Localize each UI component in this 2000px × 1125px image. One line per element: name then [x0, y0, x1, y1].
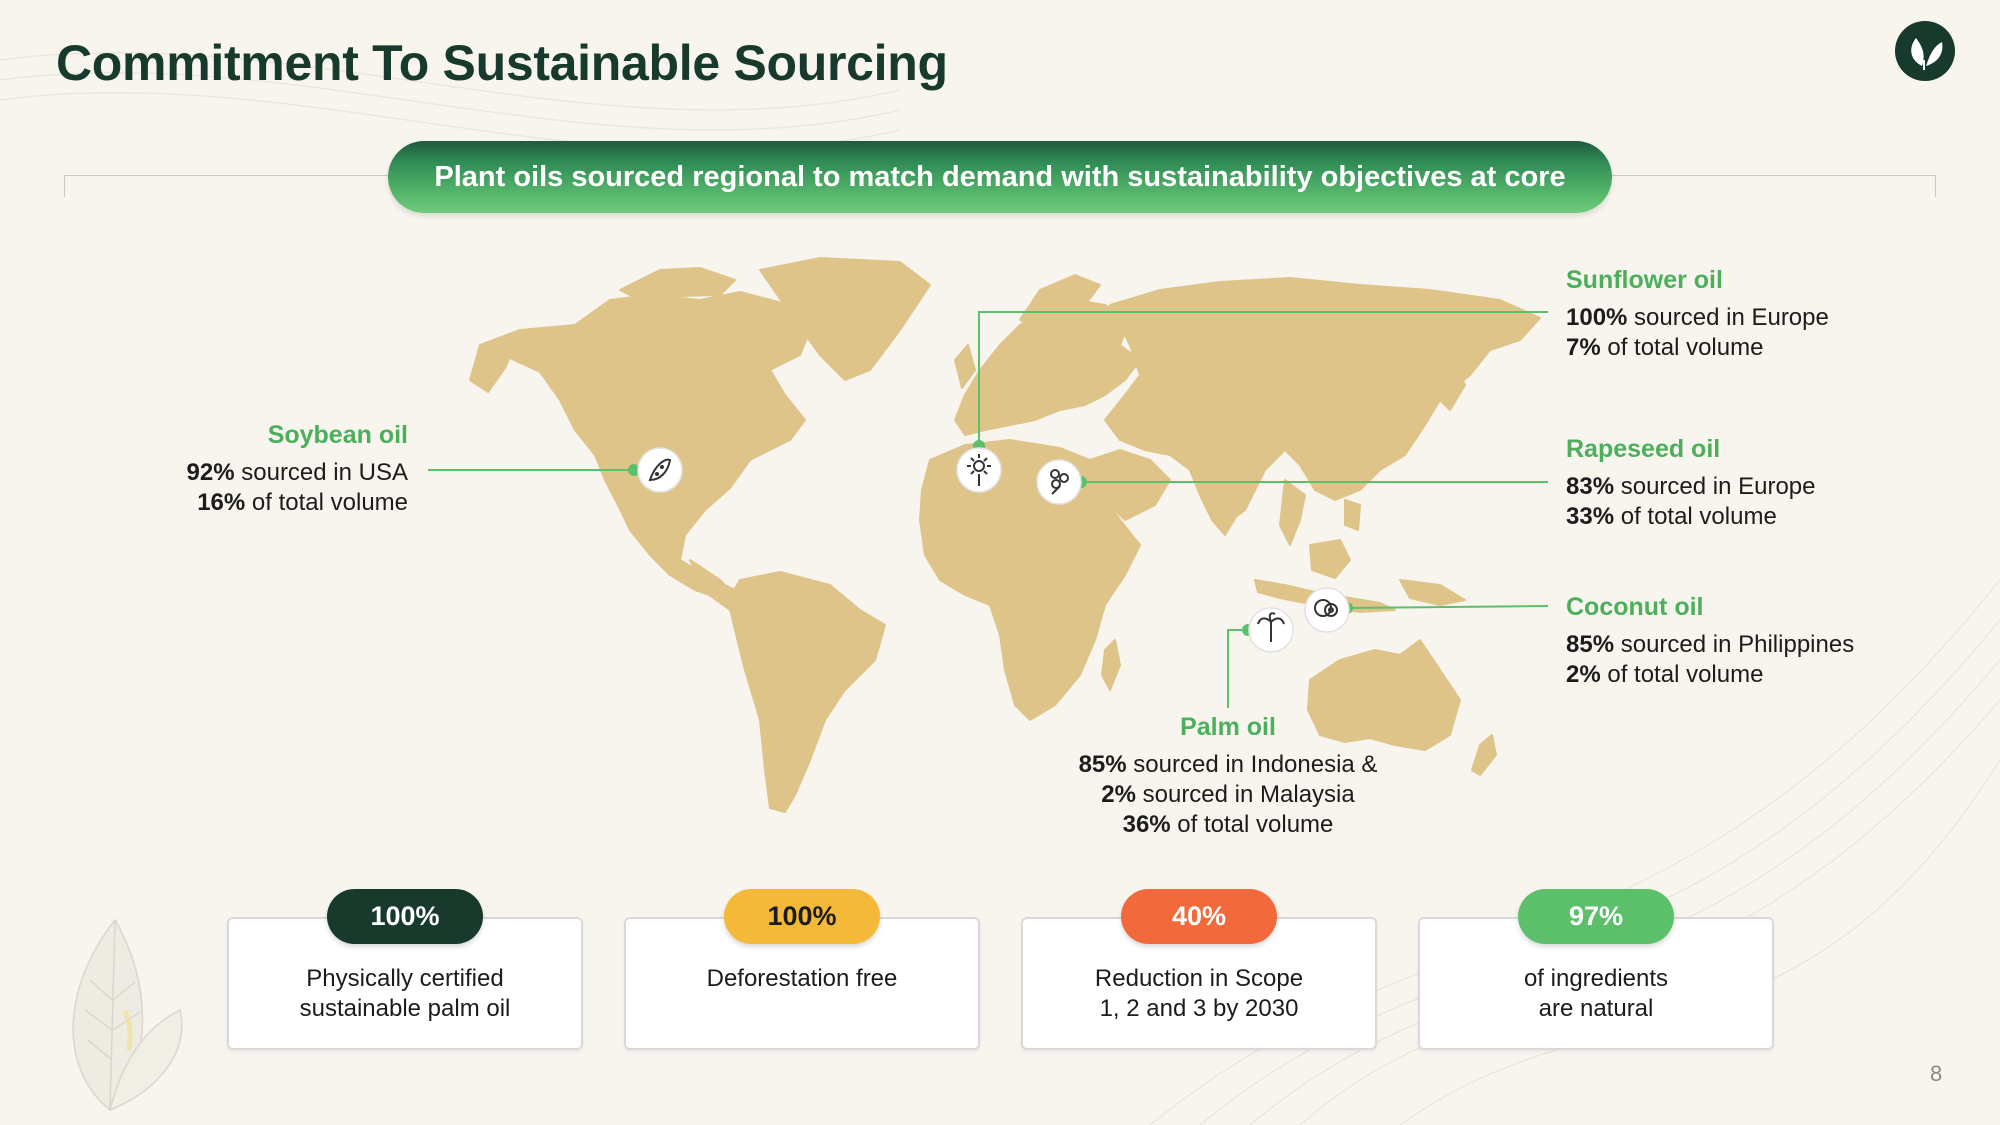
- palm-pct-indonesia: 85%: [1078, 751, 1127, 778]
- sunflower-sourced-text: sourced in Europe: [1627, 304, 1829, 331]
- sunflower-pct-volume: 7%: [1566, 334, 1601, 361]
- borneo-shape: [1309, 539, 1351, 579]
- sunflower-oil-label: Sunflower oil: [1566, 266, 1723, 294]
- soybean-pct-volume: 16%: [197, 489, 246, 516]
- alaska-shape: [469, 344, 513, 393]
- palm-volume-text: of total volume: [1170, 811, 1334, 838]
- coconut-volume-text: of total volume: [1600, 661, 1764, 688]
- philippines-shape: [1344, 499, 1361, 531]
- stat-value-certified-palm: 100%: [327, 889, 483, 944]
- soybean-oil-label: Soybean oil: [267, 421, 408, 449]
- palm-connector-line: [1227, 629, 1248, 708]
- stat-label-deforestation: Deforestation free: [706, 965, 898, 992]
- palm-pct-volume: 36%: [1122, 811, 1171, 838]
- sunflower-icon: [956, 447, 1002, 493]
- palm-indonesia-text: sourced in Indonesia &: [1126, 751, 1378, 778]
- stat-value-deforestation: 100%: [724, 889, 880, 944]
- south-america-shape: [727, 571, 886, 813]
- coconut-pct-volume: 2%: [1566, 661, 1601, 688]
- southeast-asia-shape: [1279, 479, 1306, 546]
- rapeseed-oil-label: Rapeseed oil: [1566, 435, 1721, 463]
- coconut-icon: [1304, 587, 1350, 633]
- coconut-pct-sourced: 85%: [1566, 631, 1615, 658]
- page-number: 8: [1930, 1061, 1943, 1086]
- palm-malaysia-text: sourced in Malaysia: [1135, 781, 1355, 808]
- coconut-oil-label: Coconut oil: [1566, 593, 1704, 621]
- rapeseed-pct-sourced: 83%: [1566, 473, 1615, 500]
- soybean-callout: Soybean oil 92% sourced in USA 16% of to…: [130, 420, 408, 518]
- palm-tree-icon: [1248, 607, 1294, 653]
- rapeseed-volume-text: of total volume: [1614, 503, 1777, 530]
- coconut-callout: Coconut oil 85% sourced in Philippines 2…: [1566, 592, 1966, 690]
- sunflower-callout: Sunflower oil 100% sourced in Europe 7% …: [1566, 265, 1946, 363]
- rapeseed-sourced-text: sourced in Europe: [1614, 473, 1816, 500]
- sunflower-pct-sourced: 100%: [1566, 304, 1628, 331]
- rapeseed-callout: Rapeseed oil 83% sourced in Europe 33% o…: [1566, 434, 1946, 532]
- rapeseed-flower-icon: [1036, 459, 1082, 505]
- palm-pct-malaysia: 2%: [1101, 781, 1136, 808]
- palm-callout: Palm oil 85% sourced in Indonesia & 2% s…: [1028, 712, 1428, 840]
- stat-value-natural-ingredients: 97%: [1518, 889, 1674, 944]
- north-america-shape: [479, 291, 811, 601]
- rapeseed-pct-volume: 33%: [1566, 503, 1615, 530]
- india-shape: [1189, 464, 1251, 536]
- soybean-sourced-text: sourced in USA: [234, 459, 408, 486]
- stat-label-scope-reduction: Reduction in Scope 1, 2 and 3 by 2030: [1094, 965, 1304, 1022]
- soybean-icon: [637, 447, 683, 493]
- soybean-pct-sourced: 92%: [186, 459, 235, 486]
- stat-label-certified-palm: Physically certified sustainable palm oi…: [299, 965, 511, 1022]
- asia-shape: [1104, 277, 1541, 526]
- madagascar-shape: [1101, 639, 1121, 691]
- soybean-volume-text: of total volume: [245, 489, 408, 516]
- new-guinea-shape: [1399, 579, 1466, 606]
- canada-islands-shape: [619, 267, 736, 301]
- coconut-sourced-text: sourced in Philippines: [1614, 631, 1855, 658]
- sunflower-volume-text: of total volume: [1600, 334, 1764, 361]
- decorative-leaf-icon: [72, 918, 183, 1112]
- new-zealand-shape: [1471, 734, 1497, 776]
- palm-oil-label: Palm oil: [1180, 713, 1276, 741]
- stat-label-natural-ingredients: of ingredients are natural: [1523, 965, 1669, 1022]
- stat-value-scope-reduction: 40%: [1121, 889, 1277, 944]
